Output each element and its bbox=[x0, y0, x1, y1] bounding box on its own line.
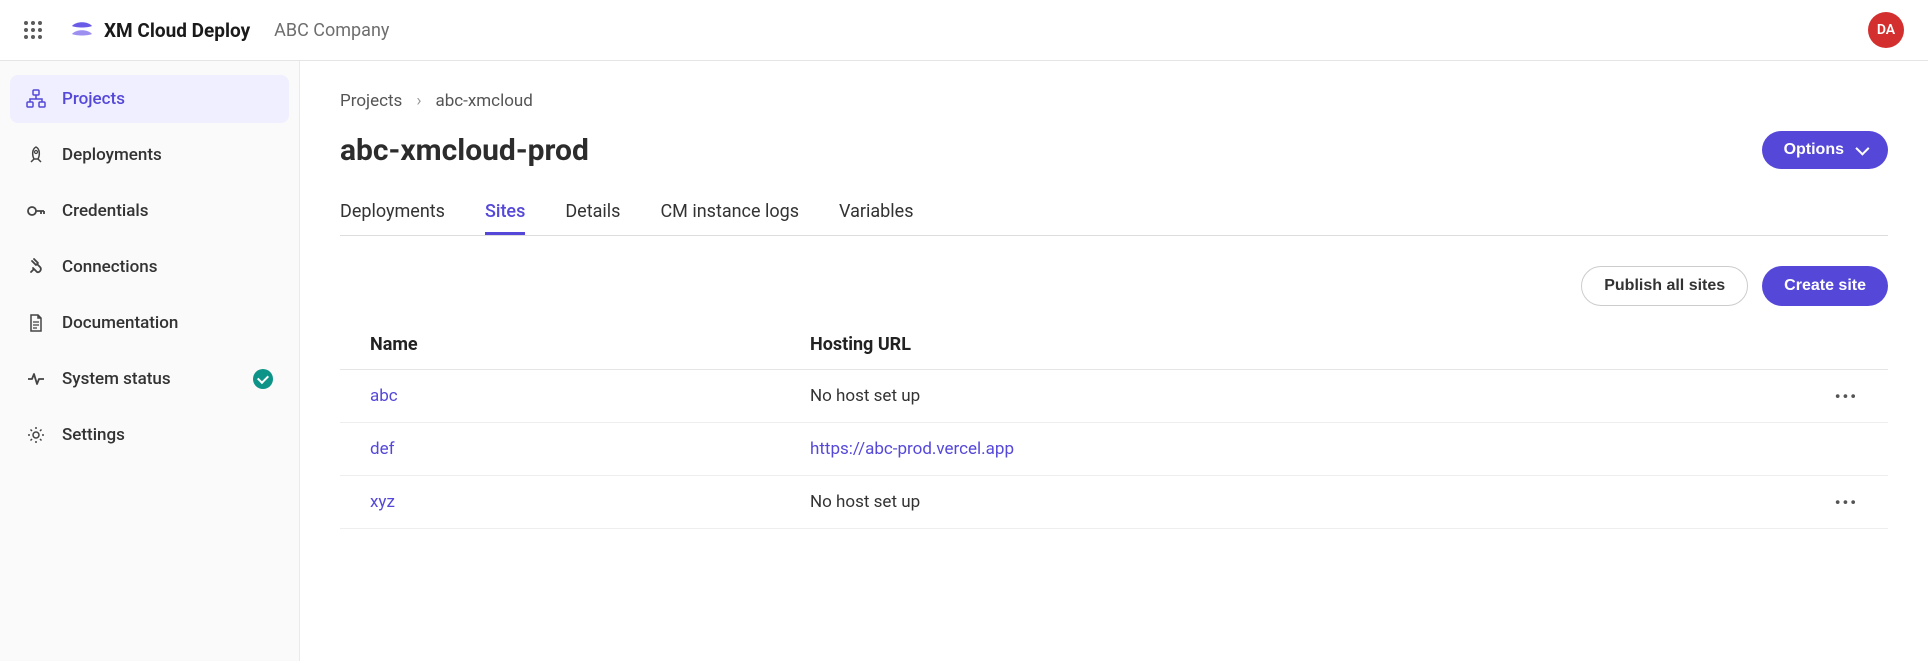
sidebar-item-label: Credentials bbox=[62, 201, 148, 221]
heartbeat-icon bbox=[26, 369, 46, 389]
site-name-link[interactable]: xyz bbox=[370, 492, 395, 512]
breadcrumb-current: abc-xmcloud bbox=[435, 91, 532, 111]
product-name: XM Cloud Deploy bbox=[104, 19, 250, 42]
breadcrumb: Projects › abc-xmcloud bbox=[340, 91, 1888, 111]
gear-icon bbox=[26, 425, 46, 445]
col-header-name: Name bbox=[370, 334, 810, 355]
sidebar-item-label: System status bbox=[62, 369, 171, 389]
hosting-url-link[interactable]: https://abc-prod.vercel.app bbox=[810, 439, 1014, 459]
publish-all-sites-button[interactable]: Publish all sites bbox=[1581, 266, 1748, 306]
key-icon bbox=[26, 201, 46, 221]
sidebar-item-label: Deployments bbox=[62, 145, 162, 165]
tab-details[interactable]: Details bbox=[565, 191, 620, 235]
tab-deployments[interactable]: Deployments bbox=[340, 191, 445, 235]
hosting-url-text: No host set up bbox=[810, 492, 1818, 512]
col-header-url: Hosting URL bbox=[810, 334, 1858, 355]
row-menu-button[interactable]: ••• bbox=[1818, 387, 1858, 406]
site-name-link[interactable]: abc bbox=[370, 386, 398, 406]
table-row: xyz No host set up••• bbox=[340, 476, 1888, 529]
rocket-icon bbox=[26, 145, 46, 165]
tabs: Deployments Sites Details CM instance lo… bbox=[340, 191, 1888, 236]
xm-logo-icon bbox=[70, 18, 94, 42]
app-header: XM Cloud Deploy ABC Company DA bbox=[0, 0, 1928, 61]
app-launcher-icon[interactable] bbox=[24, 21, 42, 39]
sidebar-item-label: Documentation bbox=[62, 313, 178, 333]
main-content: Projects › abc-xmcloud abc-xmcloud-prod … bbox=[300, 61, 1928, 661]
page-title: abc-xmcloud-prod bbox=[340, 133, 589, 168]
product-logo[interactable]: XM Cloud Deploy bbox=[70, 18, 250, 42]
table-row: def https://abc-prod.vercel.app bbox=[340, 423, 1888, 476]
chevron-down-icon bbox=[1855, 142, 1869, 156]
status-ok-icon bbox=[253, 369, 273, 389]
user-avatar[interactable]: DA bbox=[1868, 12, 1904, 48]
table-header: Name Hosting URL bbox=[340, 320, 1888, 370]
sidebar-item-label: Connections bbox=[62, 257, 158, 277]
sidebar-item-label: Settings bbox=[62, 425, 125, 445]
sidebar-item-label: Projects bbox=[62, 89, 125, 109]
tab-sites[interactable]: Sites bbox=[485, 191, 525, 235]
tab-cm-instance-logs[interactable]: CM instance logs bbox=[660, 191, 799, 235]
hosting-url-text: No host set up bbox=[810, 386, 1818, 406]
sidebar-item-projects[interactable]: Projects bbox=[10, 75, 289, 123]
sites-table: Name Hosting URL abcNo host set up•••def… bbox=[340, 320, 1888, 529]
document-icon bbox=[26, 313, 46, 333]
options-button-label: Options bbox=[1784, 141, 1844, 159]
table-actions: Publish all sites Create site bbox=[340, 266, 1888, 306]
sidebar-item-deployments[interactable]: Deployments bbox=[10, 131, 289, 179]
sitemap-icon bbox=[26, 89, 46, 109]
sidebar-item-settings[interactable]: Settings bbox=[10, 411, 289, 459]
create-site-button[interactable]: Create site bbox=[1762, 266, 1888, 306]
row-menu-button[interactable]: ••• bbox=[1818, 493, 1858, 512]
table-row: abc No host set up••• bbox=[340, 370, 1888, 423]
tab-variables[interactable]: Variables bbox=[839, 191, 913, 235]
sidebar-item-system-status[interactable]: System status bbox=[10, 355, 289, 403]
options-button[interactable]: Options bbox=[1762, 131, 1888, 169]
plug-icon bbox=[26, 257, 46, 277]
chevron-right-icon: › bbox=[416, 91, 421, 111]
site-name-link[interactable]: def bbox=[370, 439, 395, 459]
sidebar-item-credentials[interactable]: Credentials bbox=[10, 187, 289, 235]
breadcrumb-root[interactable]: Projects bbox=[340, 91, 402, 111]
sidebar-item-documentation[interactable]: Documentation bbox=[10, 299, 289, 347]
sidebar: Projects Deployments Credentials Connect… bbox=[0, 61, 300, 661]
sidebar-item-connections[interactable]: Connections bbox=[10, 243, 289, 291]
company-name: ABC Company bbox=[274, 20, 389, 41]
